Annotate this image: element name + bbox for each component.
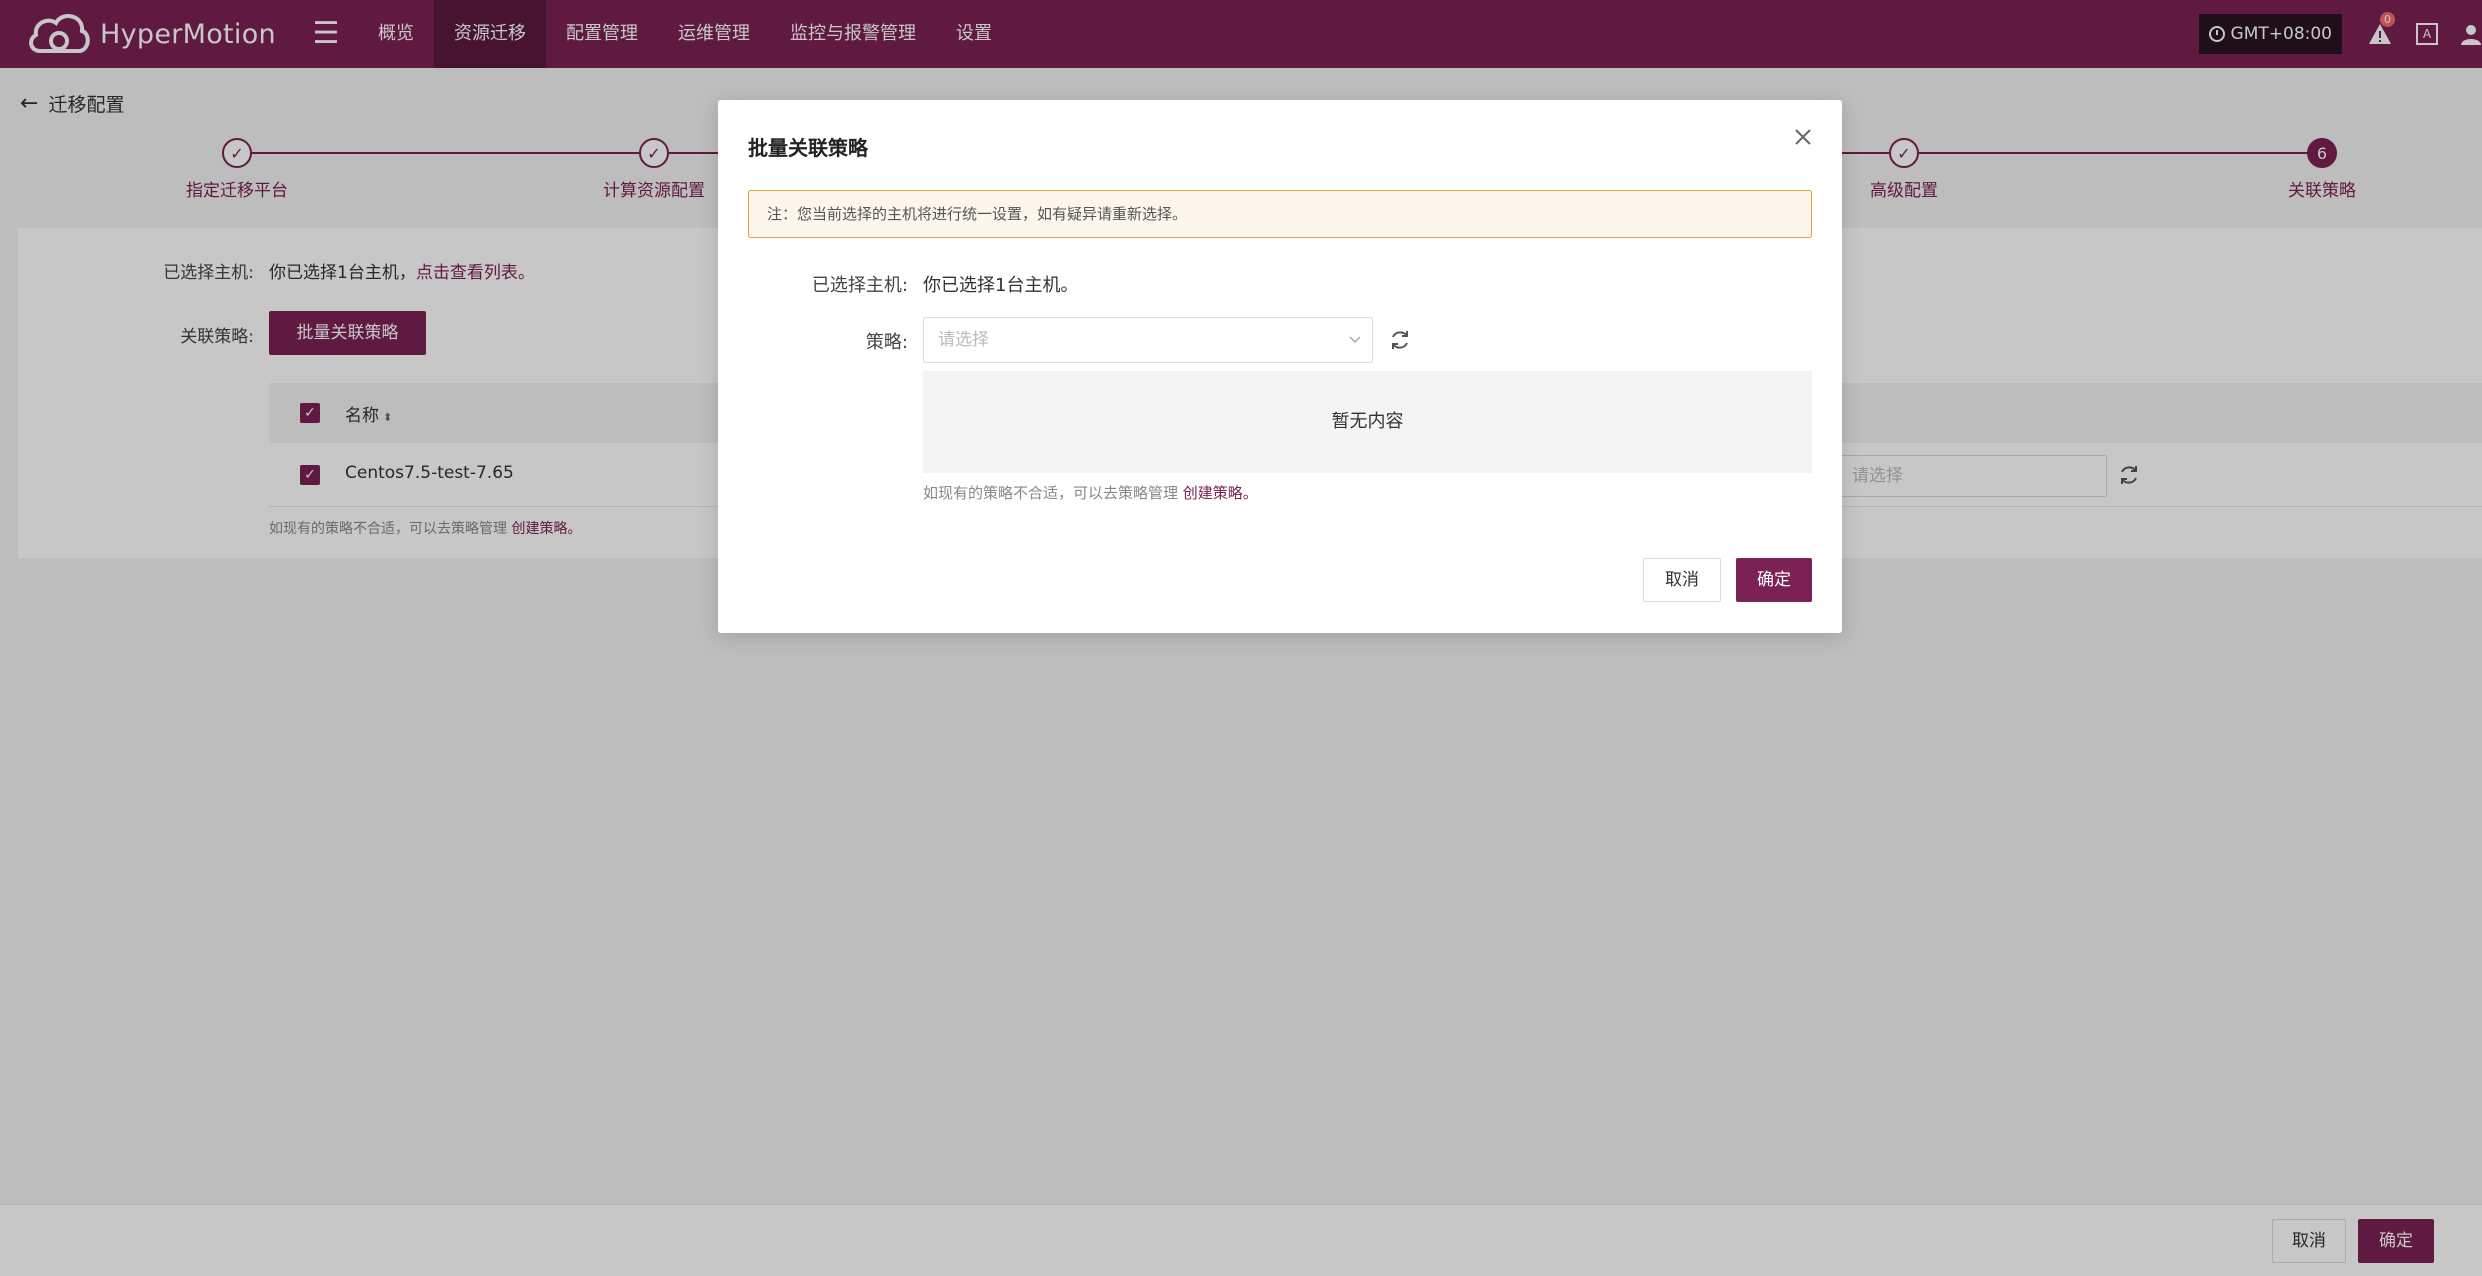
dialog-hint-text: 如现有的策略不合适，可以去策略管理 [923, 484, 1183, 502]
dialog-title: 批量关联策略 [748, 136, 868, 160]
dialog-cancel-button[interactable]: 取消 [1643, 558, 1721, 602]
policy-select[interactable]: 请选择 [923, 317, 1373, 363]
empty-dropdown-list: 暂无内容 [923, 371, 1812, 473]
dialog-selected-hosts-label: 已选择主机: [811, 275, 908, 296]
dialog-policy-label: 策略: [865, 332, 908, 353]
batch-policy-dialog: 批量关联策略 注：您当前选择的主机将进行统一设置，如有疑异请重新选择。 已选择主… [718, 100, 1842, 633]
policy-select-placeholder: 请选择 [938, 330, 989, 350]
dialog-confirm-button[interactable]: 确定 [1736, 558, 1812, 602]
refresh-icon[interactable] [1388, 328, 1412, 352]
dialog-create-policy-link[interactable]: 创建策略。 [1183, 484, 1258, 502]
dialog-create-policy-hint: 如现有的策略不合适，可以去策略管理 创建策略。 [923, 482, 1258, 503]
warning-notice: 注：您当前选择的主机将进行统一设置，如有疑异请重新选择。 [748, 190, 1812, 238]
close-icon[interactable] [1792, 126, 1814, 148]
dialog-selected-hosts-text: 你已选择1台主机。 [923, 275, 1079, 296]
chevron-down-icon [1349, 336, 1361, 344]
